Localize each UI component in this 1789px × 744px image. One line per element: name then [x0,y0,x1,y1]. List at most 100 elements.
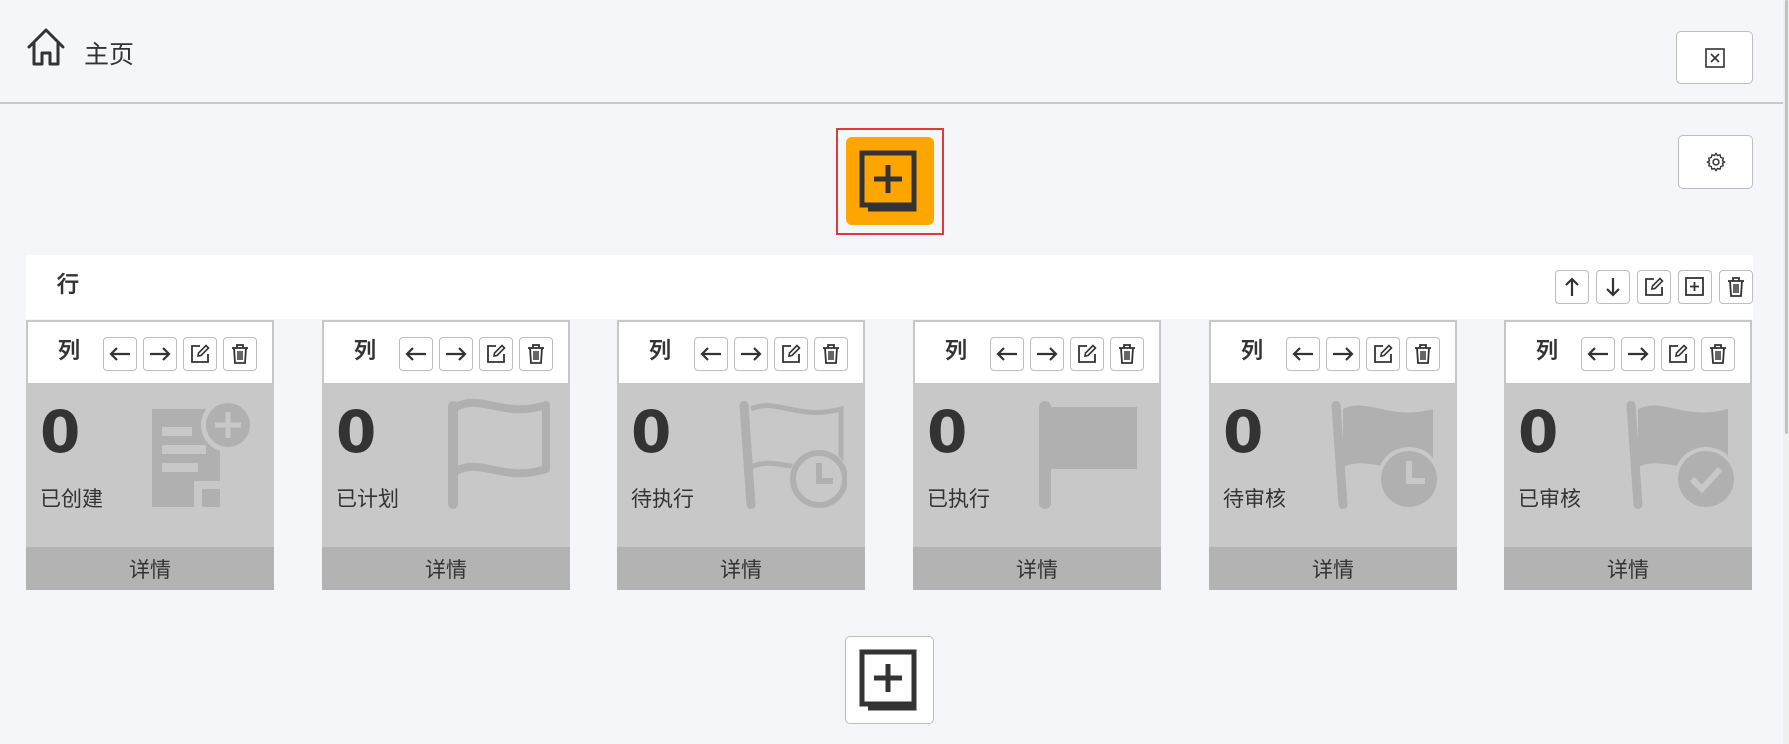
arrow-left-icon [1586,345,1610,363]
move-column-right-button[interactable] [439,337,473,371]
arrow-left-icon [1291,345,1315,363]
move-column-left-button[interactable] [990,337,1024,371]
details-button[interactable]: 详情 [26,547,274,590]
move-column-right-button[interactable] [734,337,768,371]
stat-status-label: 已创建 [40,487,103,511]
close-button[interactable] [1676,31,1753,84]
move-column-left-button[interactable] [103,337,137,371]
details-button[interactable]: 详情 [913,547,1161,590]
delete-column-button[interactable] [814,337,848,371]
edit-column-button[interactable] [1661,337,1695,371]
delete-column-button[interactable] [519,337,553,371]
column-header: 列 [322,320,570,385]
move-column-left-button[interactable] [1581,337,1615,371]
column-card: 列 0 待执行 详情 [617,320,865,590]
flag-clock-filled-icon [1329,397,1441,512]
arrow-up-icon [1565,277,1579,296]
move-column-right-button[interactable] [1030,337,1064,371]
arrow-down-icon [1606,278,1620,297]
add-square-icon [1685,277,1704,296]
edit-icon [189,343,211,365]
trash-icon [1117,343,1137,365]
edit-column-button[interactable] [479,337,513,371]
move-column-left-button[interactable] [1286,337,1320,371]
arrow-left-icon [995,345,1019,363]
stat-count: 0 [1223,398,1264,466]
row-toolbar [1555,270,1753,304]
edit-icon [1667,343,1689,365]
column-header: 列 [913,320,1161,385]
move-column-right-button[interactable] [1326,337,1360,371]
move-column-right-button[interactable] [143,337,177,371]
add-square-icon [859,150,917,212]
stat-card: 0 已审核 [1504,385,1752,547]
move-row-up-button[interactable] [1555,270,1589,304]
move-column-right-button[interactable] [1621,337,1655,371]
column-header: 列 [617,320,865,385]
edit-column-button[interactable] [183,337,217,371]
edit-icon [1645,277,1664,296]
stat-status-label: 已审核 [1518,487,1581,511]
column-toolbar [103,337,257,371]
move-column-left-button[interactable] [399,337,433,371]
delete-column-button[interactable] [223,337,257,371]
page-title: 主页 [84,40,135,69]
edit-icon [485,343,507,365]
details-button[interactable]: 详情 [1209,547,1457,590]
column-header: 列 [1209,320,1457,385]
gear-icon [1706,152,1725,172]
stat-count: 0 [927,398,968,466]
move-row-down-button[interactable] [1596,270,1630,304]
column-toolbar [1581,337,1735,371]
scrollbar-thumb[interactable] [1785,0,1788,434]
close-square-icon [1704,47,1725,68]
edit-icon [1076,343,1098,365]
arrow-right-icon [1331,345,1355,363]
delete-column-button[interactable] [1701,337,1735,371]
stat-card: 0 已执行 [913,385,1161,547]
column-toolbar [399,337,553,371]
add-row-button-top-highlight[interactable] [836,128,944,235]
arrow-right-icon [444,345,468,363]
details-button[interactable]: 详情 [322,547,570,590]
column-card: 列 0 已执行 详情 [913,320,1161,590]
stat-card: 0 已创建 [26,385,274,547]
edit-icon [780,343,802,365]
document-add-icon [146,397,256,512]
stat-count: 0 [336,398,377,466]
stat-count: 0 [40,398,81,466]
arrow-right-icon [1626,345,1650,363]
arrow-left-icon [699,345,723,363]
move-column-left-button[interactable] [694,337,728,371]
row-header: 行 [26,255,1753,319]
add-row-button-bottom[interactable] [845,636,934,724]
column-card: 列 0 已审核 详情 [1504,320,1752,590]
column-label: 列 [354,339,377,364]
trash-icon [1413,343,1433,365]
stat-card: 0 已计划 [322,385,570,547]
edit-column-button[interactable] [774,337,808,371]
trash-icon [1728,277,1744,297]
edit-column-button[interactable] [1070,337,1104,371]
home-icon[interactable] [25,26,67,68]
column-card: 列 0 已计划 详情 [322,320,570,590]
header-bar: 主页 [0,0,1783,104]
stat-card: 0 待审核 [1209,385,1457,547]
add-square-icon [859,649,916,711]
stat-card: 0 待执行 [617,385,865,547]
stat-status-label: 待审核 [1223,487,1286,511]
column-header: 列 [26,320,274,385]
delete-column-button[interactable] [1110,337,1144,371]
delete-column-button[interactable] [1406,337,1440,371]
stat-status-label: 待执行 [631,487,694,511]
add-column-button[interactable] [1678,270,1712,304]
edit-column-button[interactable] [1366,337,1400,371]
edit-row-button[interactable] [1637,270,1671,304]
add-row-button-top[interactable] [846,137,934,225]
trash-icon [230,343,250,365]
settings-button[interactable] [1678,135,1753,189]
column-toolbar [694,337,848,371]
details-button[interactable]: 详情 [617,547,865,590]
details-button[interactable]: 详情 [1504,547,1752,590]
delete-row-button[interactable] [1719,270,1753,304]
